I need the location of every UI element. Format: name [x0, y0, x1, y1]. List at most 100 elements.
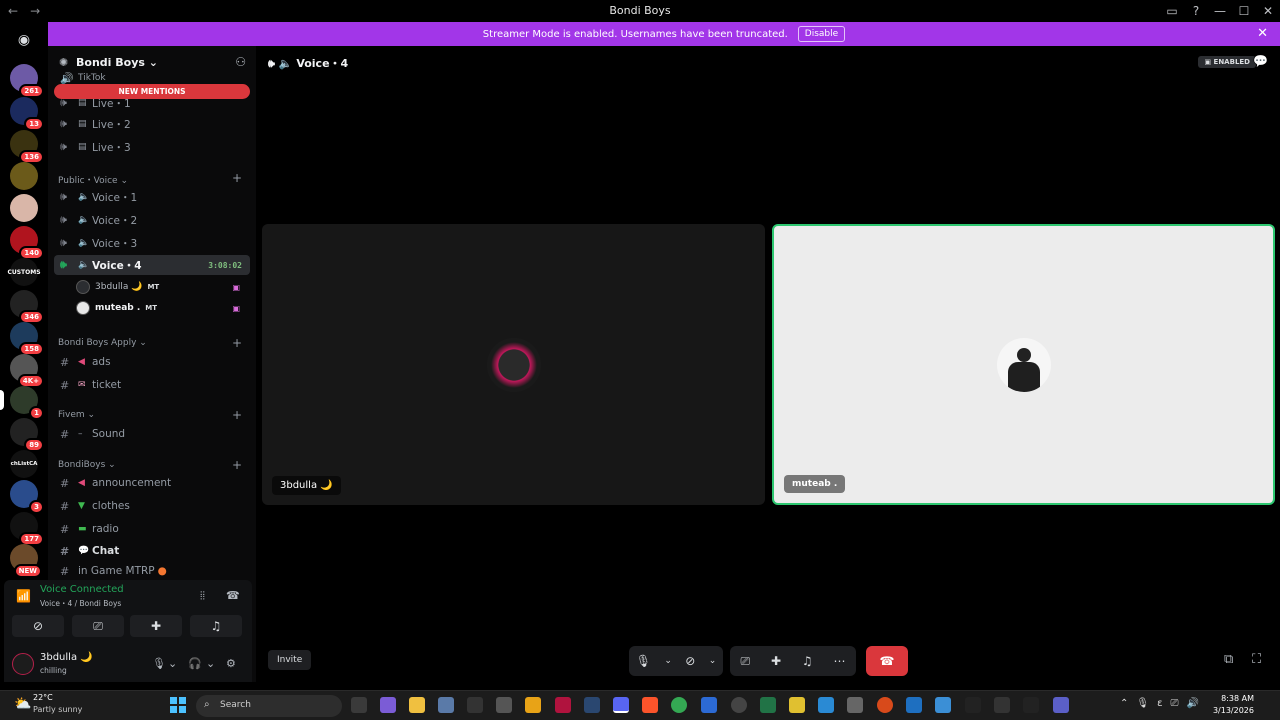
channel-clothes[interactable]: # ▼ clothes [54, 496, 250, 516]
participant-tile-speaking[interactable]: muteab . [772, 224, 1275, 505]
minimize-button[interactable]: — [1208, 0, 1232, 22]
app-icon[interactable] [1023, 697, 1039, 713]
screen-share-button[interactable]: ⎚ [72, 615, 124, 637]
chat-icon[interactable]: 💬 [1253, 54, 1268, 68]
app-icon[interactable] [965, 697, 981, 713]
activities-button[interactable]: ✚ [130, 615, 182, 637]
steam-icon[interactable] [584, 697, 600, 713]
disconnect-button[interactable]: ☎ [866, 646, 908, 676]
channel-voice-1[interactable]: 🕪 🔈 Voice・1 [54, 187, 250, 207]
server-icon[interactable] [10, 162, 38, 190]
server-icon[interactable]: 4K+ [10, 354, 44, 388]
system-tray[interactable]: ⌃🎙ε⎚🔊 [1120, 698, 1207, 709]
app-icon[interactable] [906, 697, 922, 713]
soundboard-icon[interactable]: ♫ [802, 654, 813, 668]
user-name[interactable]: 3bdulla 🌙 [40, 652, 93, 663]
camera-off-icon[interactable]: ⊘ [685, 654, 695, 668]
voice-user[interactable]: muteab . MT ▣ [76, 299, 246, 317]
weather-temp[interactable]: 22°C [33, 693, 53, 702]
app-icon[interactable] [877, 697, 893, 713]
copilot-icon[interactable] [380, 697, 396, 713]
chevron-down-icon[interactable]: ⌄ [168, 657, 177, 670]
server-icon[interactable]: 89 [10, 418, 44, 452]
channel-announcement[interactable]: # ◀ announcement [54, 473, 250, 493]
microphone-icon[interactable]: 🎙 [636, 654, 651, 668]
more-icon[interactable]: ⋯ [834, 654, 846, 668]
channel-ticket[interactable]: # ✉ ticket [54, 375, 250, 395]
channel-item[interactable]: 🔊 TikTok [54, 72, 250, 84]
channel-voice-4[interactable]: 🕪 🔈 Voice・4 3:08:02 [54, 255, 250, 275]
chevron-down-icon[interactable]: ⌄ [206, 657, 215, 670]
category-apply[interactable]: Bondi Boys Apply ⌄ + [58, 336, 248, 350]
server-icon[interactable]: chListCA [10, 450, 38, 478]
channel-ads[interactable]: # ◀ ads [54, 352, 250, 372]
channel-in-game[interactable]: # in Game MTRP ● [54, 564, 250, 578]
app-icon[interactable] [789, 697, 805, 713]
participant-tile[interactable]: 3bdulla 🌙 [262, 224, 765, 505]
taskbar-search[interactable]: ⌕ Search [196, 695, 342, 717]
channel-live-2[interactable]: 🕪 ▤ Live・2 [54, 114, 250, 134]
app-icon[interactable] [467, 697, 483, 713]
microphone-icon[interactable]: 🎙 [152, 657, 166, 670]
add-channel-icon[interactable]: + [232, 408, 242, 422]
invite-button[interactable]: Invite [268, 650, 312, 670]
settings-app-icon[interactable] [438, 697, 454, 713]
server-icon[interactable]: 3 [10, 480, 44, 514]
app-icon[interactable] [731, 697, 747, 713]
server-icon[interactable]: NEW [10, 544, 42, 578]
voice-location[interactable]: Voice・4 / Bondi Boys [40, 598, 121, 609]
category-public-voice[interactable]: Public・Voice ⌄ + [58, 171, 248, 186]
disable-button[interactable]: Disable [797, 26, 846, 42]
avatar[interactable] [12, 653, 34, 675]
category-bondiboys[interactable]: BondiBoys ⌄ + [58, 458, 248, 472]
server-icon[interactable]: 158 [10, 322, 44, 356]
rockstar-icon[interactable] [525, 697, 541, 713]
app-icon[interactable] [496, 697, 512, 713]
channel-radio[interactable]: # ▬ radio [54, 519, 250, 539]
server-icon[interactable]: 136 [10, 130, 44, 164]
server-icon[interactable]: CUSTOMS [7, 258, 41, 286]
popout-icon[interactable]: ⧉ [1224, 652, 1233, 667]
app-icon[interactable] [555, 697, 571, 713]
channel-live-3[interactable]: 🕪 ▤ Live・3 [54, 137, 250, 157]
disconnect-icon[interactable]: ☎ [226, 589, 240, 602]
streamer-mode-badge[interactable]: ▣ ENABLED [1198, 56, 1256, 68]
task-view-icon[interactable] [351, 697, 367, 713]
close-button[interactable]: ✕ [1256, 0, 1280, 22]
fullscreen-icon[interactable]: ⛶ [1252, 652, 1261, 667]
screen-share-icon[interactable]: ⎚ [740, 654, 750, 669]
windows-start-icon[interactable] [170, 697, 186, 713]
channel-chat[interactable]: # 💬 Chat [54, 541, 250, 561]
excel-icon[interactable] [760, 697, 776, 713]
chrome-icon[interactable] [671, 697, 687, 713]
noise-suppression-icon[interactable]: ⦙⦙ [200, 589, 205, 603]
brave-icon[interactable] [642, 697, 658, 713]
channel-sound[interactable]: # – Sound [54, 424, 250, 444]
discord-icon[interactable] [613, 697, 629, 713]
channel-voice-3[interactable]: 🕪 🔈 Voice・3 [54, 233, 250, 253]
file-explorer-icon[interactable] [409, 697, 425, 713]
maximize-button[interactable]: ☐ [1232, 0, 1256, 22]
weather-icon[interactable]: ⛅ [14, 696, 31, 712]
add-channel-icon[interactable]: + [232, 336, 242, 350]
invite-people-icon[interactable]: ⚇ [235, 55, 246, 69]
chevron-down-icon[interactable]: ⌄ [709, 656, 717, 666]
server-icon[interactable]: 177 [10, 512, 44, 546]
headphones-icon[interactable]: 🎧 [188, 657, 202, 670]
teams-icon[interactable] [1053, 697, 1069, 713]
app-icon[interactable] [994, 697, 1010, 713]
store-icon[interactable] [847, 697, 863, 713]
settings-gear-icon[interactable]: ⚙ [226, 657, 236, 670]
voice-status[interactable]: Voice Connected [40, 584, 124, 595]
app-icon[interactable] [701, 697, 717, 713]
notepad-icon[interactable] [935, 697, 951, 713]
category-fivem[interactable]: Fivem ⌄ + [58, 408, 248, 422]
camera-off-button[interactable]: ⊘ [12, 615, 64, 637]
close-icon[interactable]: ✕ [1257, 26, 1268, 41]
chevron-down-icon[interactable]: ⌄ [664, 656, 672, 666]
voice-user[interactable]: 3bdulla 🌙 MT ▣ [76, 278, 246, 296]
help-icon[interactable]: ? [1184, 0, 1208, 22]
inbox-icon[interactable]: ▭ [1160, 0, 1184, 22]
server-icon[interactable]: 140 [10, 226, 44, 260]
server-icon[interactable]: 261 [10, 64, 44, 98]
